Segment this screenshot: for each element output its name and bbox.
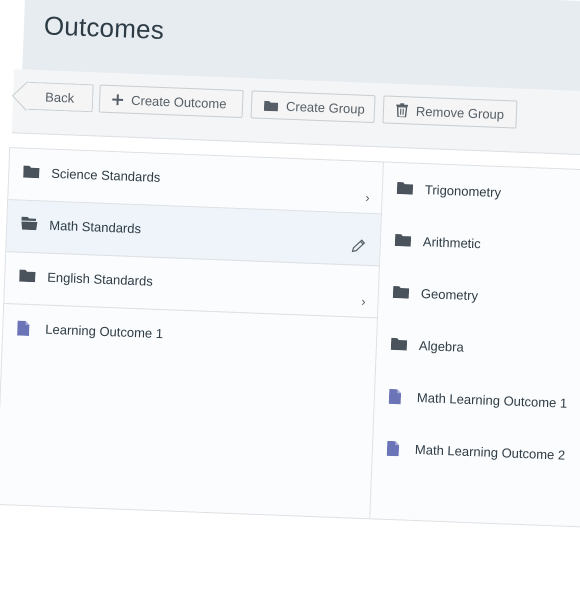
right-column: Trigonometry Arithmetic Geometry Algebra	[370, 162, 580, 528]
list-item-label: English Standards	[47, 269, 154, 289]
page-title: Outcomes	[43, 10, 165, 45]
chevron-right-icon: ›	[364, 189, 370, 205]
folder-icon	[19, 269, 37, 283]
folder-open-icon	[21, 216, 39, 231]
document-icon	[386, 440, 406, 457]
folder-icon	[396, 181, 415, 195]
outcomes-browser: Science Standards › Math Standards Engli…	[0, 147, 580, 529]
create-group-label: Create Group	[285, 98, 366, 117]
folder-icon	[23, 165, 41, 179]
list-item-label: Arithmetic	[422, 234, 481, 252]
folder-icon	[263, 99, 279, 112]
pencil-icon[interactable]	[350, 238, 366, 257]
list-item[interactable]: Math Learning Outcome 2	[372, 422, 580, 483]
left-column: Science Standards › Math Standards Engli…	[0, 148, 384, 519]
list-item-label: Algebra	[418, 337, 465, 355]
list-item-label: Science Standards	[51, 165, 161, 185]
trash-icon	[396, 103, 409, 118]
remove-group-label: Remove Group	[415, 103, 505, 122]
folder-icon	[394, 233, 413, 247]
list-item-label: Math Learning Outcome 1	[416, 389, 568, 411]
plus-icon	[112, 93, 124, 105]
create-outcome-label: Create Outcome	[130, 92, 227, 111]
outcomes-page: Outcomes Back Create Outcome Create Grou…	[0, 0, 580, 591]
document-icon	[388, 388, 408, 405]
create-outcome-button[interactable]: Create Outcome	[98, 84, 244, 119]
list-item-label: Math Learning Outcome 2	[414, 441, 566, 463]
remove-group-button[interactable]: Remove Group	[382, 95, 518, 129]
list-item-label: Learning Outcome 1	[45, 321, 164, 342]
list-item-label: Math Standards	[49, 217, 142, 237]
create-group-button[interactable]: Create Group	[250, 90, 376, 124]
list-item-label: Geometry	[420, 286, 479, 304]
back-button[interactable]: Back	[24, 81, 94, 113]
list-item-label: Trigonometry	[424, 182, 502, 201]
chevron-right-icon: ›	[360, 293, 366, 309]
back-button-label: Back	[44, 88, 75, 106]
document-icon	[17, 320, 36, 337]
folder-icon	[392, 285, 411, 299]
folder-icon	[390, 337, 409, 351]
